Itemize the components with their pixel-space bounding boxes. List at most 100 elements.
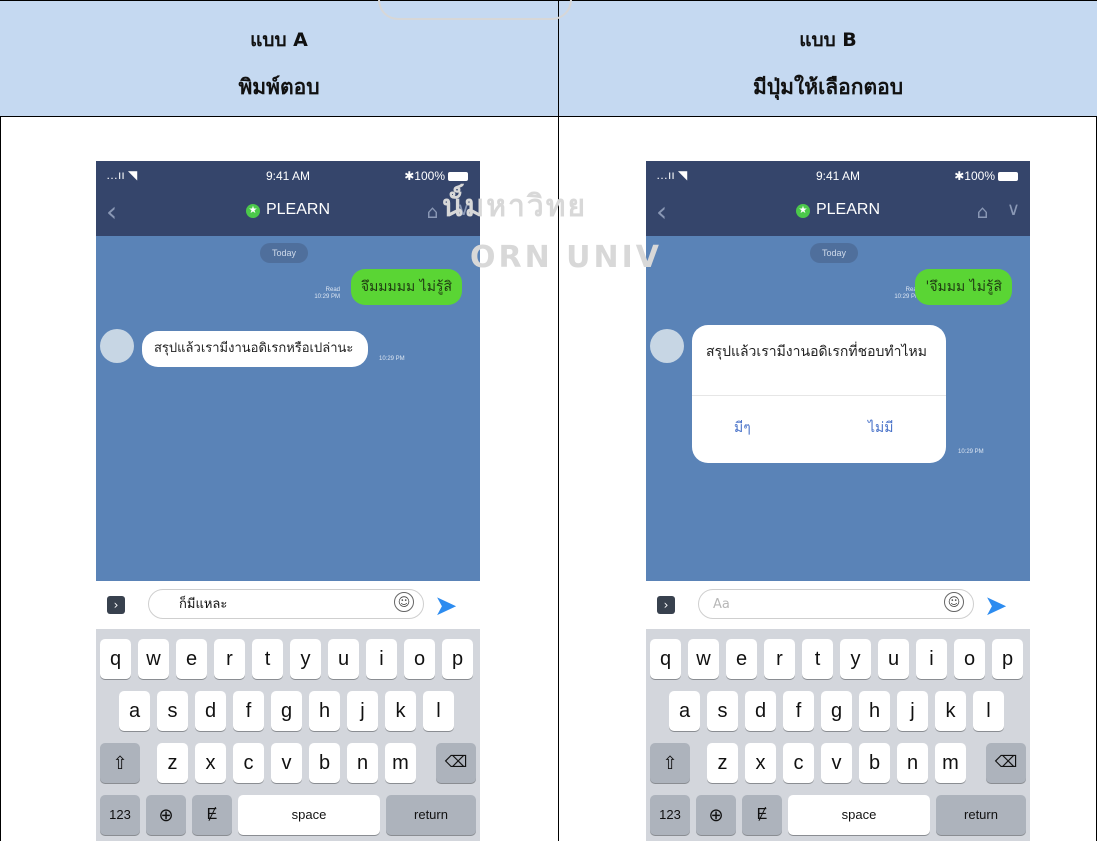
chat-title: ★ PLEARN [96,201,480,219]
home-icon[interactable]: ⌂ [977,202,988,223]
key-y[interactable]: y [840,639,871,679]
delete-key[interactable]: ⌫ [436,743,476,783]
chat-header: ‹ ★ PLEARN ⌂ ∨ [646,189,1030,236]
key-v[interactable]: v [271,743,302,783]
key-x[interactable]: x [195,743,226,783]
key-e[interactable]: e [726,639,757,679]
home-icon[interactable]: ⌂ [427,202,438,223]
message-time: 10:29 PM [379,356,405,362]
style-b-label: แบบ B [799,29,857,51]
option-yes-button[interactable]: มีๆ [734,417,751,439]
globe-icon[interactable]: ⊕ [696,795,736,835]
return-key[interactable]: return [386,795,476,835]
official-star-icon: ★ [245,204,260,218]
chat-title: ★ PLEARN [646,201,1030,219]
key-g[interactable]: g [271,691,302,731]
key-k[interactable]: k [935,691,966,731]
message-input-bar: › ก็มีแหละ ☺ ➤ [96,581,480,629]
received-message-card: สรุปแล้วเรามีงานอดิเรกที่ชอบทำไหม [692,325,946,463]
key-m[interactable]: m [935,743,966,783]
key-g[interactable]: g [821,691,852,731]
key-b[interactable]: b [309,743,340,783]
send-icon[interactable]: ➤ [434,589,457,622]
key-h[interactable]: h [309,691,340,731]
option-divider [692,395,946,396]
key-w[interactable]: w [688,639,719,679]
key-a[interactable]: a [119,691,150,731]
key-o[interactable]: o [404,639,435,679]
received-message: สรุปแล้วเรามีงานอดิเรกหรือเปล่านะ [142,331,368,367]
key-v[interactable]: v [821,743,852,783]
key-t[interactable]: t [802,639,833,679]
globe-icon[interactable]: ⊕ [146,795,186,835]
chat-title-text: PLEARN [815,201,881,218]
key-d[interactable]: d [745,691,776,731]
key-w[interactable]: w [138,639,169,679]
key-f[interactable]: f [233,691,264,731]
key-i[interactable]: i [916,639,947,679]
expand-menu-button[interactable]: › [657,596,675,614]
expand-menu-button[interactable]: › [107,596,125,614]
message-input[interactable]: ก็มีแหละ [148,589,424,619]
key-b[interactable]: b [859,743,890,783]
message-input-bar: › Aa ☺ ➤ [646,581,1030,629]
key-c[interactable]: c [783,743,814,783]
emoji-icon[interactable]: ☺ [394,592,414,612]
key-d[interactable]: d [195,691,226,731]
key-i[interactable]: i [366,639,397,679]
key-q[interactable]: q [100,639,131,679]
key-x[interactable]: x [745,743,776,783]
shift-key[interactable]: ⇧ [100,743,140,783]
microphone-icon[interactable]: Ɇ [742,795,782,835]
key-u[interactable]: u [878,639,909,679]
key-l[interactable]: l [423,691,454,731]
space-key[interactable]: space [788,795,930,835]
space-key[interactable]: space [238,795,380,835]
microphone-icon[interactable]: Ɇ [192,795,232,835]
key-f[interactable]: f [783,691,814,731]
key-j[interactable]: j [347,691,378,731]
key-r[interactable]: r [764,639,795,679]
key-s[interactable]: s [157,691,188,731]
read-time: 10:29 PM [314,294,340,300]
keyboard: q w e r t y u i o p a s d f g h j k l ⇧ … [96,629,480,841]
key-j[interactable]: j [897,691,928,731]
key-z[interactable]: z [707,743,738,783]
read-label: Read [325,287,340,293]
numbers-key[interactable]: 123 [650,795,690,835]
key-a[interactable]: a [669,691,700,731]
key-o[interactable]: o [954,639,985,679]
key-y[interactable]: y [290,639,321,679]
key-p[interactable]: p [442,639,473,679]
key-c[interactable]: c [233,743,264,783]
key-e[interactable]: e [176,639,207,679]
key-n[interactable]: n [897,743,928,783]
chevron-down-icon[interactable]: ∨ [1007,199,1020,220]
key-q[interactable]: q [650,639,681,679]
key-n[interactable]: n [347,743,378,783]
return-key[interactable]: return [936,795,1026,835]
key-h[interactable]: h [859,691,890,731]
key-t[interactable]: t [252,639,283,679]
shift-key[interactable]: ⇧ [650,743,690,783]
battery-text: ✱100% [404,169,445,183]
key-p[interactable]: p [992,639,1023,679]
numbers-key[interactable]: 123 [100,795,140,835]
key-r[interactable]: r [214,639,245,679]
key-m[interactable]: m [385,743,416,783]
send-icon[interactable]: ➤ [984,589,1007,622]
chat-header: ‹ ★ PLEARN ⌂ ∨ [96,189,480,236]
chat-title-text: PLEARN [265,201,331,218]
key-s[interactable]: s [707,691,738,731]
message-input[interactable]: Aa [698,589,974,619]
sent-message: 'จึมมม ไม่รู้สิ [915,269,1012,305]
key-u[interactable]: u [328,639,359,679]
emoji-icon[interactable]: ☺ [944,592,964,612]
delete-key[interactable]: ⌫ [986,743,1026,783]
battery-indicator: ✱100% [954,169,1018,183]
key-k[interactable]: k [385,691,416,731]
key-l[interactable]: l [973,691,1004,731]
key-z[interactable]: z [157,743,188,783]
option-no-button[interactable]: ไม่มี [868,417,894,439]
battery-text: ✱100% [954,169,995,183]
